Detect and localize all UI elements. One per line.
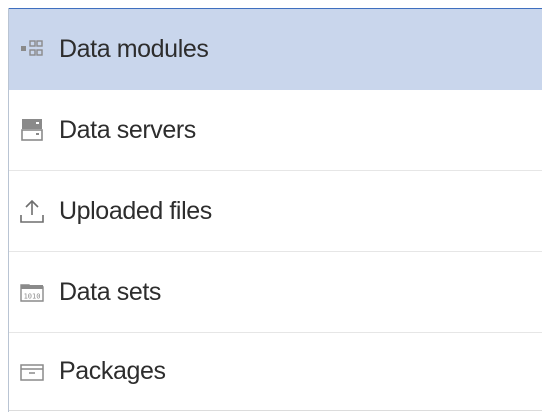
data-sources-panel: Data modules Data servers Uploaded files…: [0, 0, 542, 412]
data-sets-icon: 1010: [19, 279, 45, 305]
nav-item-data-servers[interactable]: Data servers: [9, 90, 542, 171]
nav-item-label: Data servers: [59, 115, 196, 144]
nav-item-packages[interactable]: Packages: [9, 333, 542, 411]
nav-item-label: Data modules: [59, 34, 209, 63]
upload-icon: [19, 198, 45, 224]
nav-item-data-sets[interactable]: 1010 Data sets: [9, 252, 542, 333]
svg-text:1010: 1010: [24, 293, 41, 301]
data-servers-icon: [19, 117, 45, 143]
data-modules-icon: [19, 36, 45, 62]
nav-item-label: Packages: [59, 357, 166, 385]
nav-item-label: Uploaded files: [59, 196, 212, 225]
package-icon: [19, 359, 45, 385]
nav-item-uploaded-files[interactable]: Uploaded files: [9, 171, 542, 252]
data-sources-list: Data modules Data servers Uploaded files…: [9, 9, 542, 411]
nav-item-data-modules[interactable]: Data modules: [9, 9, 542, 90]
nav-item-label: Data sets: [59, 277, 162, 306]
